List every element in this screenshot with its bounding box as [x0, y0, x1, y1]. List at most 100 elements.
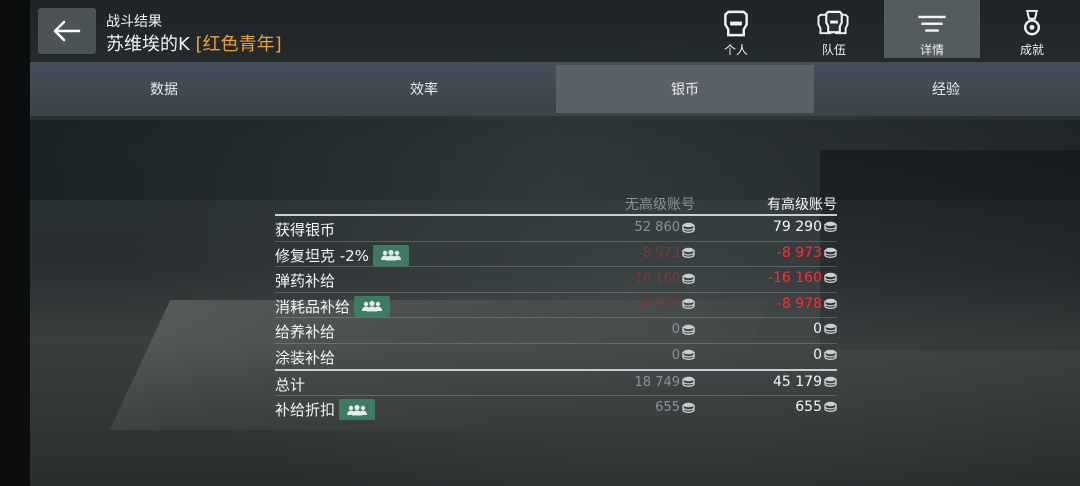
nav-personal[interactable]: 个人: [688, 0, 784, 58]
table-row: 弹药补给 -16 160 -16 160: [275, 267, 837, 293]
value-text: 655: [795, 399, 822, 416]
table-totals: 总计 18 749 45 179 补给折扣 655 655: [275, 371, 837, 421]
table-body: 获得银币 52 860 79 290 修复坦克 -2% -8 973 -8 973 弹药补给…: [275, 216, 837, 369]
silver-coin-icon: [682, 376, 695, 388]
table-header: 无高级账号 有高级账号: [275, 192, 837, 214]
squad-bonus-icon[interactable]: [339, 399, 376, 421]
value-without-premium: -16 160: [630, 271, 695, 286]
row-label: 补给折扣: [275, 399, 376, 421]
table-row: 涂装补给 0 0: [275, 344, 837, 369]
col-without-premium: 无高级账号: [625, 197, 695, 213]
silver-coin-icon: [824, 272, 837, 284]
row-label-text: 修复坦克 -2%: [275, 246, 369, 265]
value-text: 655: [655, 400, 680, 416]
nav-team[interactable]: 队伍: [786, 0, 882, 58]
silver-coin-icon: [682, 298, 695, 310]
value-text: 0: [671, 322, 680, 338]
value-text: -16 160: [767, 270, 822, 287]
row-label-text: 消耗品补给: [275, 297, 351, 316]
nav-team-label: 队伍: [821, 43, 846, 57]
row-label: 给养补给: [275, 321, 335, 342]
value-without-premium: 655: [655, 400, 695, 415]
table-row: 获得银币 52 860 79 290: [275, 216, 837, 242]
silver-coin-icon: [682, 402, 695, 414]
row-label-text: 补给折扣: [275, 401, 336, 420]
nav-details-label: 详情: [919, 43, 944, 57]
value-text: -8 973: [776, 244, 822, 261]
tab-experience[interactable]: 经验: [817, 65, 1075, 113]
silver-coin-icon: [824, 323, 837, 335]
squad-bonus-icon[interactable]: [354, 295, 391, 317]
value-without-premium: 18 749: [635, 375, 696, 390]
silver-coin-icon: [824, 349, 837, 361]
silver-coin-icon: [682, 349, 695, 361]
row-label-text: 涂装补给: [275, 348, 336, 367]
row-label: 总计: [275, 374, 305, 395]
row-label-text: 给养补给: [275, 323, 336, 342]
value-text: -16 160: [629, 271, 680, 287]
nav-personal-label: 个人: [723, 43, 748, 57]
value-text: -8 973: [638, 245, 680, 261]
value-without-premium: -8 973: [638, 246, 695, 261]
table-row: 消耗品补给 -8 978 -8 978: [275, 293, 837, 319]
silver-coin-icon: [824, 247, 837, 259]
value-without-premium: 52 860: [635, 220, 696, 235]
value-without-premium: -8 978: [638, 297, 695, 312]
tab-silver[interactable]: 银币: [556, 65, 814, 113]
value-with-premium: -8 973: [777, 245, 837, 261]
player-helmet-icon: [724, 10, 748, 37]
nav-details[interactable]: 详情: [884, 0, 980, 58]
medal-icon: [1024, 9, 1040, 36]
screen-subtitle: 战斗结果: [106, 14, 162, 30]
back-button[interactable]: [38, 8, 96, 54]
value-text: 18 749: [634, 374, 681, 390]
value-with-premium: -16 160: [768, 270, 837, 286]
player-title: 苏维埃的K [红色青年]: [106, 30, 282, 56]
silver-coin-icon: [824, 221, 837, 233]
row-label-text: 总计: [275, 375, 306, 394]
nav-achievements-label: 成就: [1019, 43, 1044, 57]
table-row: 补给折扣 655 655: [275, 396, 837, 421]
table-row: 给养补给 0 0: [275, 318, 837, 344]
value-text: 52 860: [634, 220, 681, 235]
row-label: 消耗品补给: [275, 295, 391, 317]
silver-coin-icon: [682, 273, 695, 285]
col-with-premium: 有高级账号: [767, 197, 837, 213]
value-without-premium: 0: [672, 348, 695, 363]
player-name: 苏维埃的K: [106, 34, 190, 55]
clan-tag: [红色青年]: [195, 34, 282, 55]
value-text: 0: [813, 321, 822, 338]
silver-table: 无高级账号 有高级账号 获得银币 52 860 79 290 修复坦克 -2% -8 9…: [275, 192, 837, 421]
value-text: 0: [813, 346, 822, 363]
silver-coin-icon: [682, 222, 695, 234]
silver-coin-icon: [682, 324, 695, 336]
value-text: 79 290: [773, 219, 822, 235]
background-building: [820, 150, 1080, 350]
value-with-premium: 79 290: [773, 219, 837, 235]
value-with-premium: 0: [813, 321, 837, 337]
details-lines-icon: [918, 15, 946, 32]
silver-coin-icon: [824, 401, 837, 413]
nav-achievements[interactable]: 成就: [984, 0, 1080, 58]
table-row: 总计 18 749 45 179: [275, 371, 837, 397]
value-with-premium: -8 978: [777, 296, 837, 312]
value-text: 0: [671, 347, 680, 363]
value-without-premium: 0: [672, 322, 695, 337]
arrow-left-icon: [53, 20, 81, 42]
value-text: 45 179: [773, 373, 822, 390]
row-label-text: 弹药补给: [275, 272, 336, 291]
row-label: 修复坦克 -2%: [275, 244, 409, 266]
row-label-text: 获得银币: [275, 221, 336, 239]
value-with-premium: 45 179: [773, 374, 837, 390]
silver-coin-icon: [824, 376, 837, 388]
squad-bonus-icon[interactable]: [372, 244, 409, 266]
tab-bar: 数据 效率 银币 经验: [30, 62, 1080, 116]
tab-efficiency[interactable]: 效率: [295, 65, 553, 113]
silver-coin-icon: [682, 247, 695, 259]
team-helmets-icon: [817, 10, 849, 35]
row-label: 获得银币: [275, 219, 335, 240]
row-label: 弹药补给: [275, 270, 335, 291]
table-row: 修复坦克 -2% -8 973 -8 973: [275, 242, 837, 268]
silver-coin-icon: [824, 298, 837, 310]
tab-data[interactable]: 数据: [35, 65, 293, 113]
